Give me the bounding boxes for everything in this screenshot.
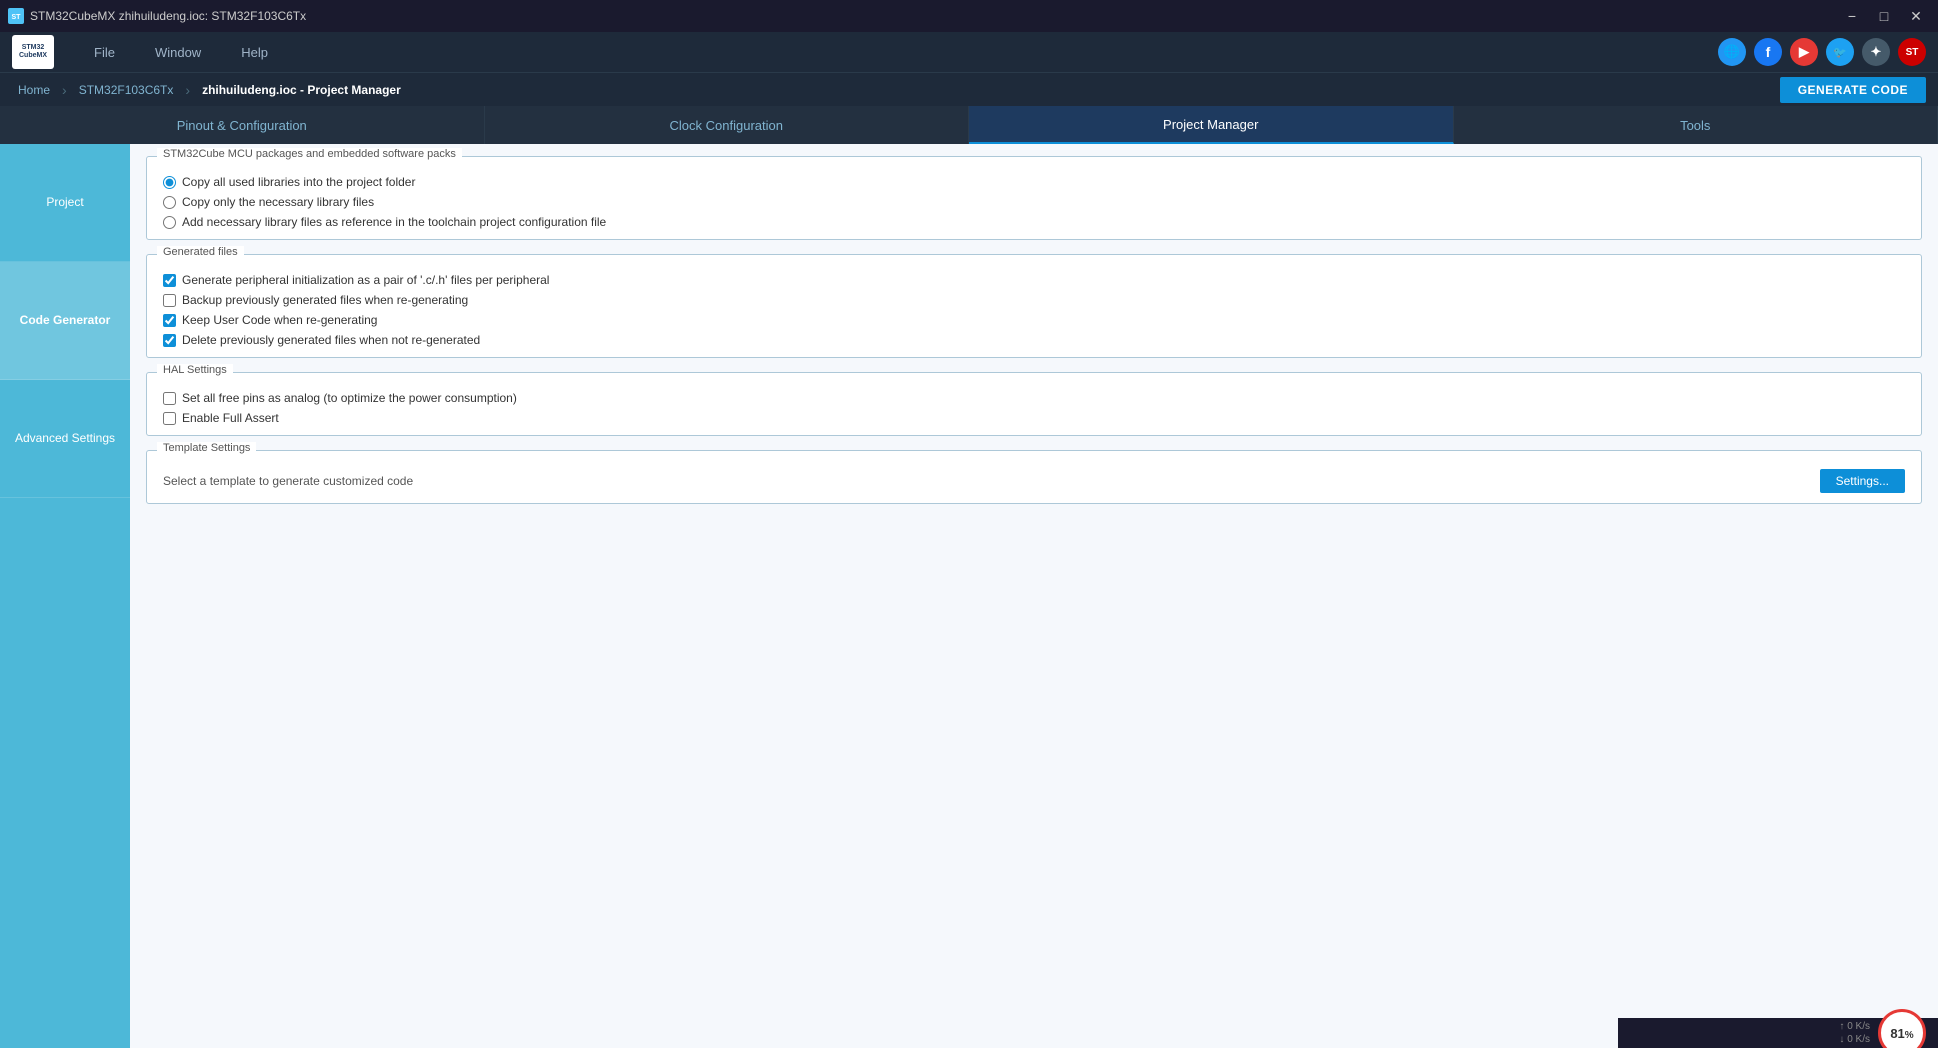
generate-code-button[interactable]: GENERATE CODE: [1780, 77, 1926, 103]
cpu-percent-text: 81%: [1890, 1026, 1913, 1041]
window-controls: − □ ✕: [1838, 6, 1930, 26]
title-bar-left: ST STM32CubeMX zhihuiludeng.ioc: STM32F1…: [8, 8, 306, 24]
checkbox-full-assert-input[interactable]: [163, 412, 176, 425]
checkbox-delete-old-files-input[interactable]: [163, 334, 176, 347]
sidebar-item-advanced-settings[interactable]: Advanced Settings: [0, 380, 130, 498]
tab-pinout[interactable]: Pinout & Configuration: [0, 106, 485, 144]
tab-bar: Pinout & Configuration Clock Configurati…: [0, 106, 1938, 144]
generated-files-legend: Generated files: [157, 246, 244, 258]
radio-add-reference[interactable]: Add necessary library files as reference…: [163, 215, 1905, 229]
template-description: Select a template to generate customized…: [163, 474, 413, 488]
sidebar: Project Code Generator Advanced Settings: [0, 144, 130, 1048]
hal-settings-legend: HAL Settings: [157, 364, 233, 376]
menu-bar-left: STM32 CubeMX File Window Help: [12, 32, 288, 72]
twitter-icon[interactable]: 🐦: [1826, 38, 1854, 66]
close-button[interactable]: ✕: [1902, 6, 1930, 26]
mcu-packages-radio-group: Copy all used libraries into the project…: [163, 175, 1905, 229]
sidebar-item-code-generator[interactable]: Code Generator: [0, 262, 130, 380]
mcu-packages-legend: STM32Cube MCU packages and embedded soft…: [157, 148, 462, 160]
template-settings-section: Template Settings Select a template to g…: [146, 450, 1922, 504]
sidebar-item-project[interactable]: Project: [0, 144, 130, 262]
minimize-button[interactable]: −: [1838, 6, 1866, 26]
generated-files-checkbox-group: Generate peripheral initialization as a …: [163, 273, 1905, 347]
radio-copy-necessary-input[interactable]: [163, 196, 176, 209]
checkbox-free-pins-analog[interactable]: Set all free pins as analog (to optimize…: [163, 391, 1905, 405]
hal-settings-section: HAL Settings Set all free pins as analog…: [146, 372, 1922, 436]
logo-box: STM32 CubeMX: [12, 35, 54, 69]
tab-tools[interactable]: Tools: [1454, 106, 1938, 144]
title-bar: ST STM32CubeMX zhihuiludeng.ioc: STM32F1…: [0, 0, 1938, 32]
st-icon[interactable]: ST: [1898, 38, 1926, 66]
checkbox-keep-user-code-input[interactable]: [163, 314, 176, 327]
status-bar: ↑ 0 K/s ↓ 0 K/s 81%: [1618, 1018, 1938, 1048]
star-icon[interactable]: ✦: [1862, 38, 1890, 66]
checkbox-pair-files-input[interactable]: [163, 274, 176, 287]
breadcrumb-project[interactable]: zhihuiludeng.ioc - Project Manager: [196, 81, 407, 99]
breadcrumb-bar: Home › STM32F103C6Tx › zhihuiludeng.ioc …: [0, 72, 1938, 106]
speed-indicator: ↑ 0 K/s ↓ 0 K/s: [1839, 1020, 1870, 1046]
svg-text:ST: ST: [12, 14, 22, 21]
main-area: Project Code Generator Advanced Settings…: [0, 144, 1938, 1048]
checkbox-full-assert[interactable]: Enable Full Assert: [163, 411, 1905, 425]
tab-clock[interactable]: Clock Configuration: [485, 106, 970, 144]
facebook-icon[interactable]: f: [1754, 38, 1782, 66]
generated-files-section: Generated files Generate peripheral init…: [146, 254, 1922, 358]
checkbox-backup[interactable]: Backup previously generated files when r…: [163, 293, 1905, 307]
template-settings-legend: Template Settings: [157, 442, 256, 454]
app-icon: ST: [8, 8, 24, 24]
app-logo: STM32 CubeMX: [12, 35, 54, 69]
template-row: Select a template to generate customized…: [163, 469, 1905, 493]
checkbox-backup-input[interactable]: [163, 294, 176, 307]
menu-bar: STM32 CubeMX File Window Help 🌐 f ▶ 🐦 ✦ …: [0, 32, 1938, 72]
globe-icon[interactable]: 🌐: [1718, 38, 1746, 66]
template-settings-button[interactable]: Settings...: [1820, 469, 1905, 493]
youtube-icon[interactable]: ▶: [1790, 38, 1818, 66]
breadcrumb-sep-1: ›: [62, 82, 67, 98]
radio-copy-all-input[interactable]: [163, 176, 176, 189]
menu-window[interactable]: Window: [135, 32, 221, 72]
logo-text: STM32 CubeMX: [19, 44, 47, 61]
checkbox-free-pins-analog-input[interactable]: [163, 392, 176, 405]
hal-settings-checkbox-group: Set all free pins as analog (to optimize…: [163, 391, 1905, 425]
checkbox-delete-old-files[interactable]: Delete previously generated files when n…: [163, 333, 1905, 347]
breadcrumb: Home › STM32F103C6Tx › zhihuiludeng.ioc …: [12, 81, 407, 99]
checkbox-keep-user-code[interactable]: Keep User Code when re-generating: [163, 313, 1905, 327]
breadcrumb-mcu[interactable]: STM32F103C6Tx: [73, 81, 180, 99]
menu-file[interactable]: File: [74, 32, 135, 72]
radio-copy-all[interactable]: Copy all used libraries into the project…: [163, 175, 1905, 189]
tab-project-manager[interactable]: Project Manager: [969, 106, 1454, 144]
radio-add-reference-input[interactable]: [163, 216, 176, 229]
maximize-button[interactable]: □: [1870, 6, 1898, 26]
radio-copy-necessary[interactable]: Copy only the necessary library files: [163, 195, 1905, 209]
checkbox-pair-files[interactable]: Generate peripheral initialization as a …: [163, 273, 1905, 287]
breadcrumb-sep-2: ›: [185, 82, 190, 98]
mcu-packages-section: STM32Cube MCU packages and embedded soft…: [146, 156, 1922, 240]
content-panel: STM32Cube MCU packages and embedded soft…: [130, 144, 1938, 1048]
breadcrumb-home[interactable]: Home: [12, 81, 56, 99]
title-text: STM32CubeMX zhihuiludeng.ioc: STM32F103C…: [30, 9, 306, 23]
menu-bar-right: 🌐 f ▶ 🐦 ✦ ST: [1718, 38, 1926, 66]
menu-help[interactable]: Help: [221, 32, 288, 72]
